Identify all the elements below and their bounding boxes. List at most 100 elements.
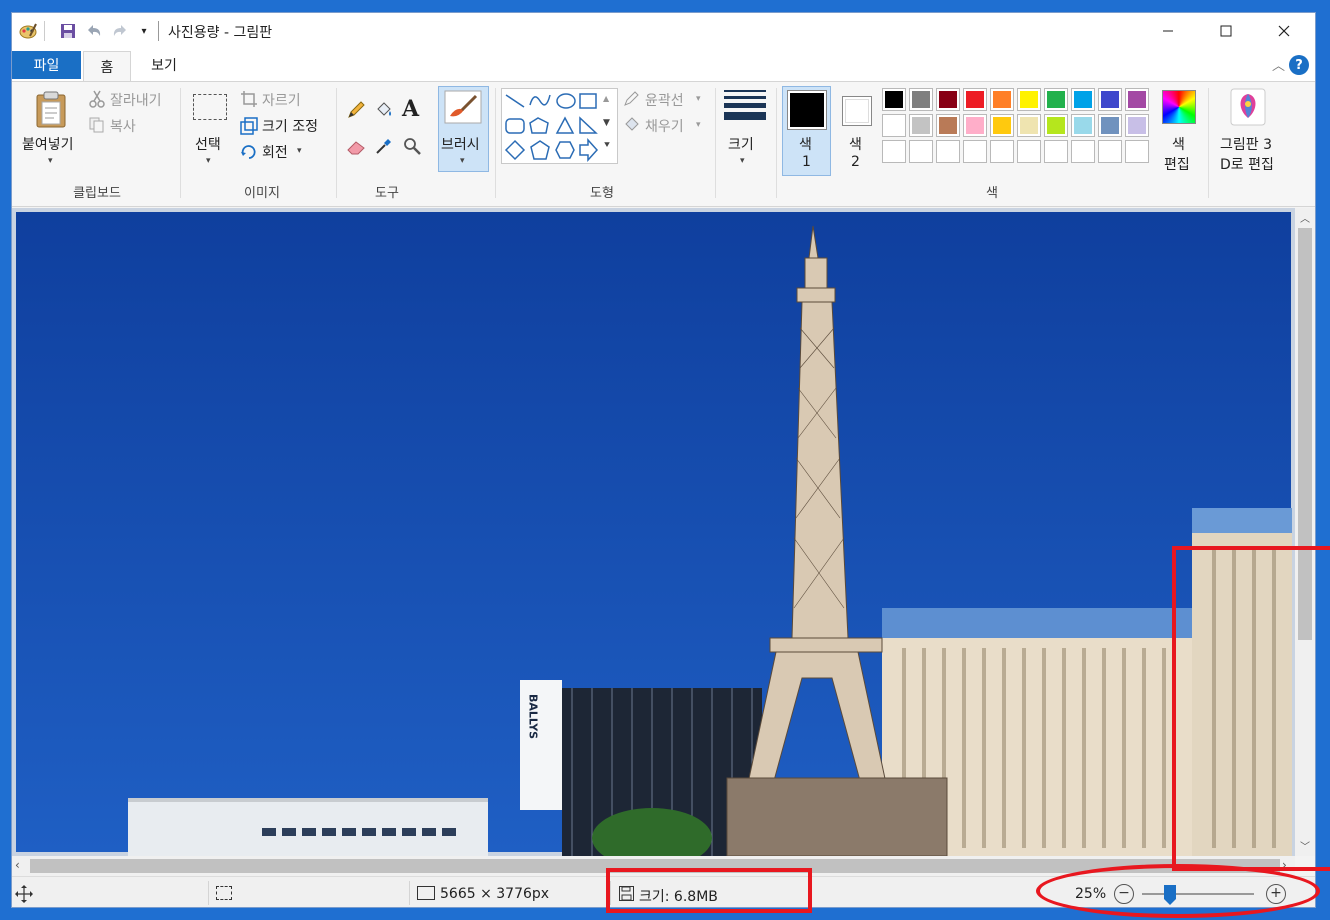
palette-swatch[interactable] — [1098, 140, 1122, 163]
color1-label: 색 — [799, 137, 812, 153]
fill-bucket-icon[interactable] — [374, 100, 394, 124]
tab-file[interactable]: 파일 — [12, 51, 81, 79]
paste-dropdown-icon[interactable]: ▾ — [48, 156, 53, 166]
fill-button[interactable]: 채우기 — [645, 116, 684, 136]
paint3d-icon[interactable] — [1230, 88, 1266, 130]
size-dropdown-icon[interactable]: ▾ — [740, 156, 745, 166]
palette-swatch[interactable] — [1017, 140, 1041, 163]
outline-dropdown-icon[interactable]: ▾ — [696, 94, 701, 104]
palette-swatch[interactable] — [936, 114, 960, 137]
palette-swatch-color — [1047, 91, 1065, 108]
canvas-area[interactable]: BALLYS — [12, 208, 1295, 856]
outline-button[interactable]: 윤곽선 — [645, 90, 684, 110]
paste-button[interactable]: 붙여넣기 — [22, 134, 74, 154]
palette-swatch-color — [1074, 143, 1092, 160]
palette-swatch[interactable] — [909, 140, 933, 163]
palette-swatch[interactable] — [936, 88, 960, 111]
palette-swatch[interactable] — [909, 114, 933, 137]
qat-customize-icon[interactable]: ▾ — [134, 21, 154, 41]
palette-swatch[interactable] — [990, 114, 1014, 137]
palette-swatch-color — [966, 143, 984, 160]
crop-icon — [240, 90, 258, 112]
palette-swatch-color — [1128, 117, 1146, 134]
palette-swatch-color — [885, 117, 903, 134]
pencil-icon[interactable] — [346, 100, 366, 124]
paste-icon[interactable] — [34, 90, 68, 132]
group-divider — [715, 88, 716, 198]
select-button[interactable]: 선택 — [195, 134, 221, 154]
title-divider — [158, 21, 159, 41]
palette-swatch[interactable] — [936, 140, 960, 163]
palette-swatch[interactable] — [963, 140, 987, 163]
brush-dropdown-icon[interactable]: ▾ — [460, 156, 465, 166]
ribbon-collapse-icon[interactable]: ︿ — [1272, 55, 1285, 74]
palette-swatch[interactable] — [1071, 114, 1095, 137]
palette-swatch[interactable] — [1071, 88, 1095, 111]
brush-icon — [444, 90, 482, 128]
group-divider — [495, 88, 496, 198]
palette-swatch[interactable] — [1017, 88, 1041, 111]
palette-swatch[interactable] — [990, 88, 1014, 111]
color-picker-icon[interactable] — [374, 136, 394, 160]
tools-group-label: 도구 — [375, 186, 399, 201]
paint3d-label-1[interactable]: 그림판 3 — [1220, 134, 1272, 154]
edit-colors-icon[interactable] — [1162, 90, 1196, 124]
palette-swatch[interactable] — [882, 140, 906, 163]
text-tool-icon[interactable]: A — [402, 96, 419, 122]
tab-view[interactable]: 보기 — [140, 51, 188, 79]
palette-swatch[interactable] — [1098, 114, 1122, 137]
undo-icon[interactable] — [84, 21, 104, 41]
edit-colors-button[interactable]: 편집 — [1164, 154, 1190, 174]
palette-swatch[interactable] — [1125, 88, 1149, 111]
select-icon[interactable] — [193, 94, 227, 120]
palette-swatch[interactable] — [1017, 114, 1041, 137]
copy-icon — [89, 117, 105, 137]
cursor-position-icon — [15, 885, 33, 907]
palette-swatch[interactable] — [1044, 88, 1068, 111]
eraser-icon[interactable] — [346, 138, 368, 160]
shapes-scroll-up-icon[interactable]: ▲ — [603, 94, 609, 103]
rotate-button[interactable]: 회전 — [262, 142, 288, 162]
palette-swatch[interactable] — [990, 140, 1014, 163]
copy-button[interactable]: 복사 — [110, 116, 136, 136]
palette-swatch[interactable] — [1098, 88, 1122, 111]
palette-swatch[interactable] — [1044, 114, 1068, 137]
fill-dropdown-icon[interactable]: ▾ — [696, 120, 701, 130]
scroll-left-icon[interactable]: ‹ — [15, 858, 20, 872]
cut-button[interactable]: 잘라내기 — [110, 90, 162, 110]
oval-shape-icon — [556, 93, 576, 109]
maximize-button[interactable] — [1197, 13, 1255, 49]
save-icon[interactable] — [58, 21, 78, 41]
tab-home[interactable]: 홈 — [83, 51, 131, 82]
color2-swatch[interactable] — [842, 96, 872, 126]
palette-swatch[interactable] — [963, 88, 987, 111]
palette-swatch[interactable] — [1125, 140, 1149, 163]
magnifier-icon[interactable] — [402, 136, 422, 160]
paint-app-icon[interactable] — [18, 21, 38, 41]
close-button[interactable] — [1255, 13, 1313, 49]
shapes-more-icon[interactable]: ⯆ — [603, 140, 611, 151]
size-button[interactable]: 크기 — [728, 134, 754, 154]
palette-swatch[interactable] — [1125, 114, 1149, 137]
palette-swatch[interactable] — [909, 88, 933, 111]
ribbon: 붙여넣기 ▾ 잘라내기 복사 클립보드 선택 ▾ 자르기 크기 조정 회전 ▾ … — [12, 81, 1315, 207]
palette-swatch[interactable] — [1044, 140, 1068, 163]
paint3d-button[interactable]: D로 편집 — [1220, 154, 1274, 174]
palette-swatch-color — [1020, 117, 1038, 134]
shapes-scroll-down-icon[interactable]: ▼ — [603, 118, 610, 128]
image-dimensions: 5665 × 3776px — [440, 886, 550, 902]
palette-swatch[interactable] — [882, 114, 906, 137]
crop-button[interactable]: 자르기 — [262, 90, 301, 110]
palette-swatch[interactable] — [882, 88, 906, 111]
size-icon[interactable] — [724, 90, 766, 126]
palette-swatch[interactable] — [1071, 140, 1095, 163]
minimize-button[interactable] — [1139, 13, 1197, 49]
palette-swatch[interactable] — [963, 114, 987, 137]
rotate-dropdown-icon[interactable]: ▾ — [297, 146, 302, 156]
scroll-up-icon[interactable]: ︿ — [1300, 210, 1310, 225]
resize-button[interactable]: 크기 조정 — [262, 116, 318, 136]
help-button[interactable]: ? — [1289, 55, 1309, 75]
clipboard-group-label: 클립보드 — [73, 186, 121, 201]
select-dropdown-icon[interactable]: ▾ — [206, 156, 211, 166]
redo-icon[interactable] — [110, 21, 130, 41]
